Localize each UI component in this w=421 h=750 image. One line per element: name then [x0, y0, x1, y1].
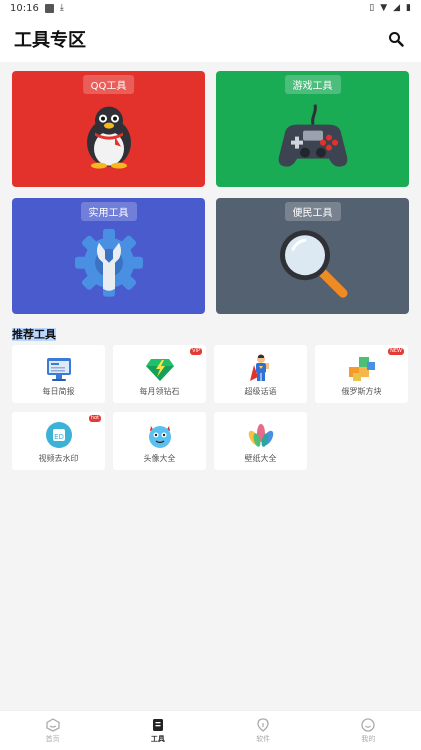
- tab-label: 首页: [45, 734, 60, 743]
- tab-tools[interactable]: 工具: [105, 711, 210, 750]
- wifi-icon: ▼: [380, 3, 388, 13]
- video-watermark-icon: ED: [45, 422, 72, 448]
- status-time: 10:16: [10, 2, 39, 14]
- hot-badge: hot: [88, 415, 101, 422]
- tools-icon: [152, 718, 163, 731]
- tool-super-words[interactable]: 超级话语: [214, 345, 307, 403]
- news-monitor-icon: [46, 358, 71, 381]
- app-bar: 工具专区: [0, 16, 421, 62]
- tool-label: 超级话语: [244, 387, 277, 396]
- tool-label: 每日简报: [42, 387, 75, 396]
- battery-icon: ▮: [406, 3, 411, 13]
- category-card-qq[interactable]: QQ工具: [12, 71, 205, 187]
- software-icon: [257, 717, 269, 732]
- signal-icon: ◢: [393, 3, 401, 13]
- tool-avatar[interactable]: 头像大全: [113, 412, 206, 470]
- new-badge: NEW: [388, 348, 404, 355]
- category-card-game[interactable]: 游戏工具: [216, 71, 409, 187]
- category-card-convenience[interactable]: 便民工具: [216, 198, 409, 314]
- profile-icon: [361, 717, 376, 732]
- tool-wallpaper[interactable]: 壁纸大全: [214, 412, 307, 470]
- penguin-icon: [86, 106, 131, 169]
- tab-software[interactable]: 软件: [211, 711, 316, 750]
- tool-label: 视频去水印: [38, 454, 79, 463]
- tool-monthly-diamond[interactable]: VIP 每月领钻石: [113, 345, 206, 403]
- search-button[interactable]: [385, 28, 407, 50]
- category-label: QQ工具: [82, 75, 135, 94]
- bottom-tab-bar: 首页 工具 软件 我的: [0, 710, 421, 750]
- tool-tetris[interactable]: NEW 俄罗斯方块: [315, 345, 408, 403]
- vibrate-icon: ▯: [369, 3, 375, 13]
- home-icon: [45, 717, 60, 732]
- magnifier-icon: [279, 230, 347, 298]
- section-title: 推荐工具: [12, 328, 56, 341]
- tab-profile[interactable]: 我的: [316, 711, 421, 750]
- tab-label: 软件: [256, 734, 271, 743]
- page-title: 工具专区: [14, 30, 86, 51]
- superhero-icon: [249, 354, 269, 381]
- download-icon: ⤓: [59, 3, 64, 13]
- gear-wrench-icon: [74, 228, 143, 297]
- category-label: 游戏工具: [284, 75, 341, 94]
- gamepad-icon: [278, 104, 347, 167]
- wallpaper-flower-icon: [248, 424, 273, 447]
- tool-label: 头像大全: [143, 454, 176, 463]
- tool-video-watermark[interactable]: hot ED 视频去水印: [12, 412, 105, 470]
- svg-text:ED: ED: [54, 433, 64, 441]
- avatar-monster-icon: [148, 426, 171, 448]
- category-label: 实用工具: [80, 202, 137, 221]
- vip-badge: VIP: [190, 348, 202, 355]
- tool-label: 每月领钻石: [139, 387, 180, 396]
- diamond-icon: [145, 359, 174, 381]
- tab-label: 工具: [150, 734, 165, 743]
- blocks-icon: [348, 357, 375, 381]
- search-icon: [389, 32, 404, 47]
- tool-label: 壁纸大全: [244, 454, 277, 463]
- category-card-utility[interactable]: 实用工具: [12, 198, 205, 314]
- tool-label: 俄罗斯方块: [341, 387, 382, 396]
- tab-home[interactable]: 首页: [0, 711, 105, 750]
- category-label: 便民工具: [284, 202, 341, 221]
- gallery-icon: [44, 3, 54, 13]
- status-bar: 10:16 ⤓ ▯ ▼ ◢ ▮: [0, 0, 421, 16]
- tab-label: 我的: [361, 734, 376, 743]
- tool-daily-news[interactable]: 每日简报: [12, 345, 105, 403]
